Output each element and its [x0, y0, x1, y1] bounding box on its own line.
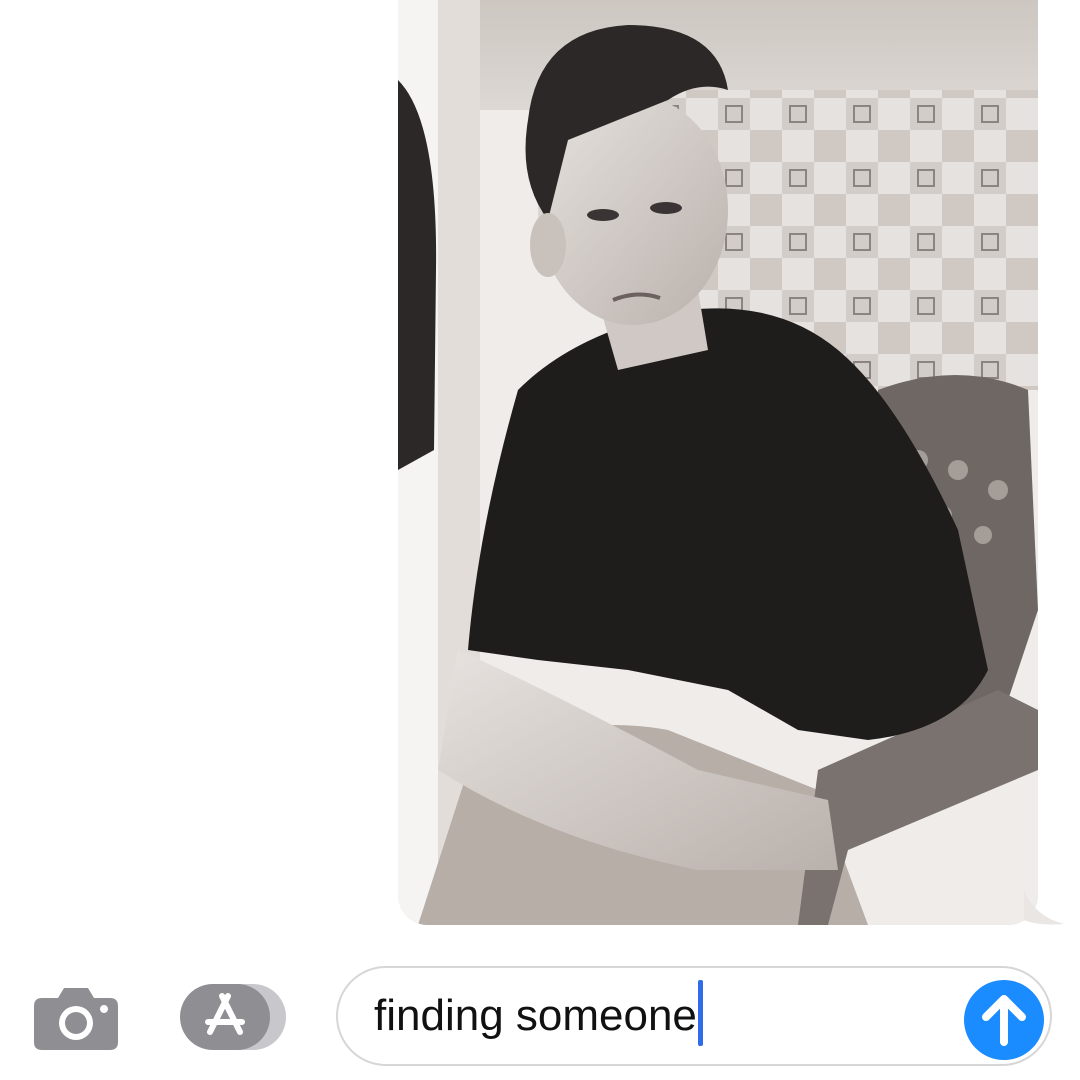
photo-message-bubble[interactable]	[398, 0, 1038, 925]
apps-button[interactable]	[180, 982, 288, 1052]
app-store-icon	[180, 984, 286, 1050]
message-input-text: finding someone	[374, 991, 697, 1040]
messages-screen: finding someone	[0, 0, 1080, 1080]
send-button[interactable]	[964, 980, 1044, 1060]
photo-image	[398, 0, 1038, 925]
camera-icon	[34, 988, 118, 1050]
arrow-up-icon	[982, 995, 1026, 1046]
text-cursor	[697, 980, 703, 1047]
message-input[interactable]: finding someone	[336, 966, 1052, 1066]
camera-button[interactable]	[32, 984, 120, 1050]
bubble-tail	[1024, 890, 1064, 925]
